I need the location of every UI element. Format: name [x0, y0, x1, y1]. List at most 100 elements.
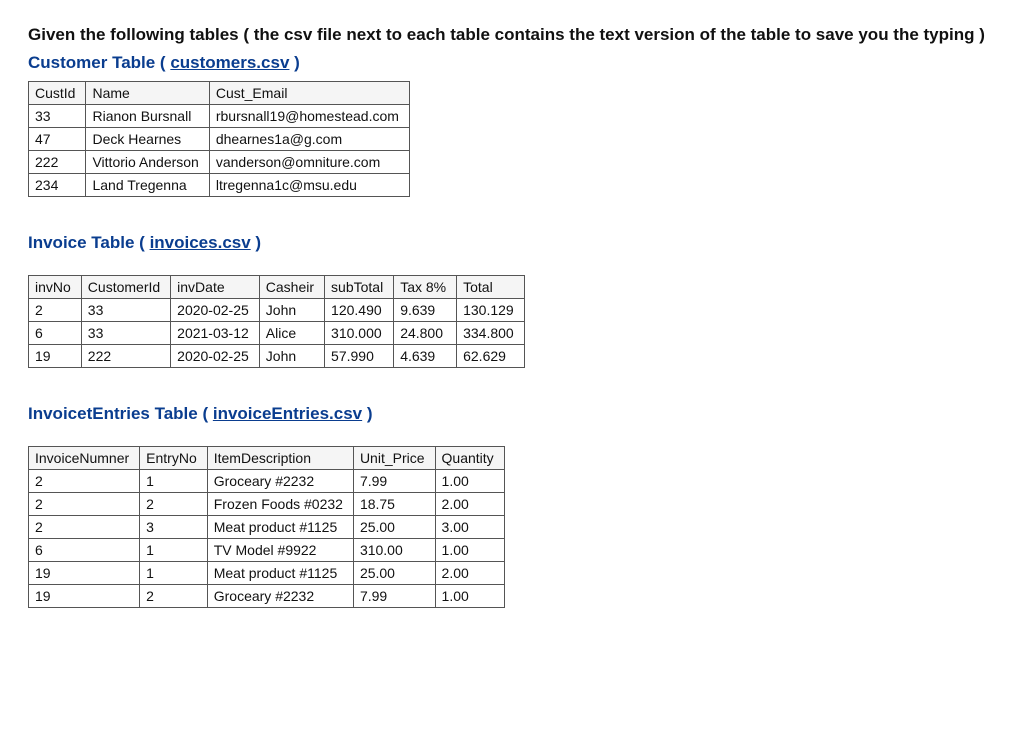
- cell: 33: [81, 321, 170, 344]
- table-row: 2 3 Meat product #1125 25.00 3.00: [29, 515, 505, 538]
- cell: 2: [29, 515, 140, 538]
- cell: 24.800: [394, 321, 457, 344]
- customer-th-name: Name: [86, 81, 209, 104]
- cell: Groceary #2232: [207, 469, 353, 492]
- cell: 1: [140, 538, 208, 561]
- cell: 120.490: [325, 298, 394, 321]
- cell: 2: [29, 492, 140, 515]
- customer-th-email: Cust_Email: [209, 81, 409, 104]
- cell: 2021-03-12: [171, 321, 260, 344]
- entries-title-suffix: ): [362, 404, 372, 423]
- invoice-section-title: Invoice Table ( invoices.csv ): [28, 233, 996, 253]
- intro-text: Given the following tables ( the csv fil…: [28, 24, 996, 47]
- customer-title-suffix: ): [289, 53, 299, 72]
- invoiceentries-csv-link[interactable]: invoiceEntries.csv: [213, 404, 362, 423]
- cell: 2020-02-25: [171, 298, 260, 321]
- invoice-th-subtotal: subTotal: [325, 275, 394, 298]
- table-row: 47 Deck Hearnes dhearnes1a@g.com: [29, 127, 410, 150]
- entries-section-title: InvoicetEntries Table ( invoiceEntries.c…: [28, 404, 996, 424]
- invoices-csv-link[interactable]: invoices.csv: [150, 233, 251, 252]
- cell: 310.000: [325, 321, 394, 344]
- table-row: 6 33 2021-03-12 Alice 310.000 24.800 334…: [29, 321, 525, 344]
- cell: Meat product #1125: [207, 561, 353, 584]
- cell: Frozen Foods #0232: [207, 492, 353, 515]
- entries-table: InvoiceNumner EntryNo ItemDescription Un…: [28, 446, 505, 608]
- cell: 19: [29, 584, 140, 607]
- entries-th-entryno: EntryNo: [140, 446, 208, 469]
- table-row: 19 2 Groceary #2232 7.99 1.00: [29, 584, 505, 607]
- invoice-th-customerid: CustomerId: [81, 275, 170, 298]
- cell: 33: [81, 298, 170, 321]
- table-row: 2 33 2020-02-25 John 120.490 9.639 130.1…: [29, 298, 525, 321]
- cell: 2.00: [435, 492, 504, 515]
- entries-th-invoicenumner: InvoiceNumner: [29, 446, 140, 469]
- cell: TV Model #9922: [207, 538, 353, 561]
- cell: 2.00: [435, 561, 504, 584]
- table-row: 222 Vittorio Anderson vanderson@omniture…: [29, 150, 410, 173]
- entries-th-itemdescription: ItemDescription: [207, 446, 353, 469]
- invoice-th-invno: invNo: [29, 275, 82, 298]
- table-row: 2 2 Frozen Foods #0232 18.75 2.00: [29, 492, 505, 515]
- customer-section-title: Customer Table ( customers.csv ): [28, 53, 996, 73]
- invoice-title-prefix: Invoice Table (: [28, 233, 150, 252]
- cell: 25.00: [353, 561, 435, 584]
- cell: Land Tregenna: [86, 173, 209, 196]
- cell: 310.00: [353, 538, 435, 561]
- cell: John: [259, 298, 324, 321]
- cell: 6: [29, 321, 82, 344]
- customers-csv-link[interactable]: customers.csv: [170, 53, 289, 72]
- cell: 1: [140, 561, 208, 584]
- cell: 9.639: [394, 298, 457, 321]
- cell: Alice: [259, 321, 324, 344]
- cell: 47: [29, 127, 86, 150]
- cell: 7.99: [353, 469, 435, 492]
- cell: 6: [29, 538, 140, 561]
- cell: Rianon Bursnall: [86, 104, 209, 127]
- cell: 7.99: [353, 584, 435, 607]
- cell: Vittorio Anderson: [86, 150, 209, 173]
- customer-th-custid: CustId: [29, 81, 86, 104]
- cell: 2: [29, 469, 140, 492]
- table-row: 19 1 Meat product #1125 25.00 2.00: [29, 561, 505, 584]
- cell: 3.00: [435, 515, 504, 538]
- cell: 2: [140, 584, 208, 607]
- cell: 2020-02-25: [171, 344, 260, 367]
- customer-title-prefix: Customer Table (: [28, 53, 170, 72]
- cell: John: [259, 344, 324, 367]
- table-row: 234 Land Tregenna ltregenna1c@msu.edu: [29, 173, 410, 196]
- cell: 234: [29, 173, 86, 196]
- cell: 3: [140, 515, 208, 538]
- cell: 57.990: [325, 344, 394, 367]
- cell: 19: [29, 561, 140, 584]
- cell: 4.639: [394, 344, 457, 367]
- customer-table: CustId Name Cust_Email 33 Rianon Bursnal…: [28, 81, 410, 197]
- cell: 1.00: [435, 538, 504, 561]
- table-row: 33 Rianon Bursnall rbursnall19@homestead…: [29, 104, 410, 127]
- cell: 18.75: [353, 492, 435, 515]
- cell: 2: [140, 492, 208, 515]
- table-row: 2 1 Groceary #2232 7.99 1.00: [29, 469, 505, 492]
- cell: 25.00: [353, 515, 435, 538]
- invoice-th-total: Total: [457, 275, 525, 298]
- cell: dhearnes1a@g.com: [209, 127, 409, 150]
- invoice-title-suffix: ): [251, 233, 261, 252]
- invoice-table: invNo CustomerId invDate Casheir subTota…: [28, 275, 525, 368]
- table-row: 6 1 TV Model #9922 310.00 1.00: [29, 538, 505, 561]
- cell: 222: [81, 344, 170, 367]
- table-row: 19 222 2020-02-25 John 57.990 4.639 62.6…: [29, 344, 525, 367]
- cell: Meat product #1125: [207, 515, 353, 538]
- invoice-th-casheir: Casheir: [259, 275, 324, 298]
- cell: 1: [140, 469, 208, 492]
- cell: ltregenna1c@msu.edu: [209, 173, 409, 196]
- entries-title-prefix: InvoicetEntries Table (: [28, 404, 213, 423]
- entries-th-quantity: Quantity: [435, 446, 504, 469]
- invoice-th-tax: Tax 8%: [394, 275, 457, 298]
- cell: 1.00: [435, 469, 504, 492]
- cell: 334.800: [457, 321, 525, 344]
- cell: 130.129: [457, 298, 525, 321]
- entries-th-unitprice: Unit_Price: [353, 446, 435, 469]
- cell: 62.629: [457, 344, 525, 367]
- cell: 222: [29, 150, 86, 173]
- cell: 1.00: [435, 584, 504, 607]
- cell: Groceary #2232: [207, 584, 353, 607]
